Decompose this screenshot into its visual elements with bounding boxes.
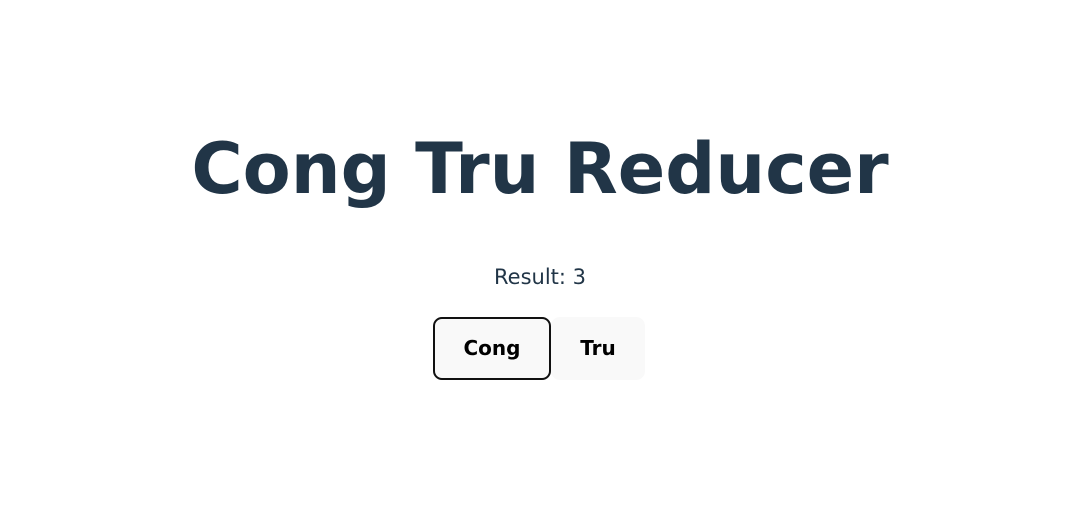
action-buttons: Cong Tru [433,317,645,380]
page-title: Cong Tru Reducer [191,128,889,210]
app-root: Cong Tru Reducer Result: 3 Cong Tru [0,0,1080,523]
result-text: Result: 3 [494,265,586,289]
tru-button[interactable]: Tru [551,317,645,380]
cong-button[interactable]: Cong [433,317,551,380]
